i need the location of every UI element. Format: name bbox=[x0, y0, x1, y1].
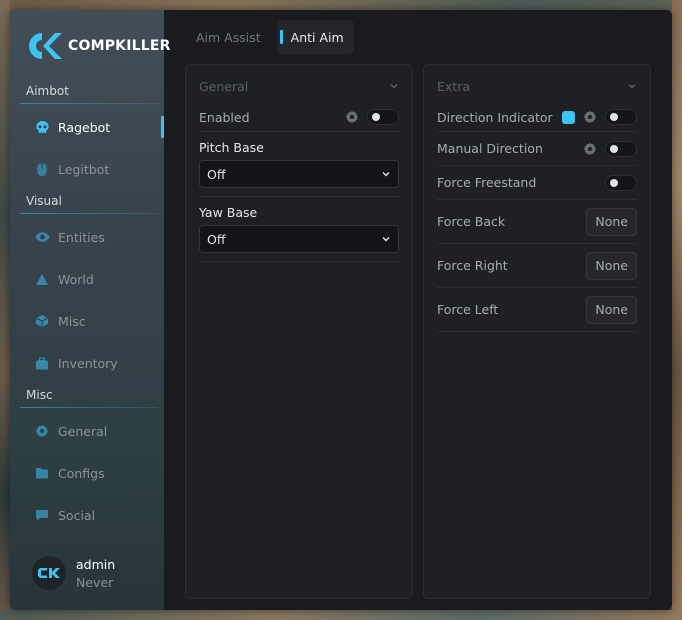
active-indicator bbox=[161, 116, 164, 138]
sidebar-item-label: Social bbox=[58, 507, 96, 523]
sidebar-item-general[interactable]: General bbox=[34, 420, 107, 442]
background-scene-left bbox=[0, 0, 10, 620]
sidebar-item-label: Legitbot bbox=[58, 161, 110, 177]
select-value: Off bbox=[207, 166, 226, 182]
direction-indicator-row: Direction Indicator bbox=[437, 103, 637, 132]
extra-panel: Extra Direction Indicator Manual Directi… bbox=[423, 64, 651, 599]
general-panel: General Enabled Pitch Base Off Yaw Base … bbox=[185, 64, 413, 599]
gear-icon[interactable] bbox=[345, 110, 359, 124]
tab-aim-assist[interactable]: Aim Assist bbox=[186, 20, 271, 54]
force-left-label: Force Left bbox=[437, 302, 499, 317]
manual-direction-toggle[interactable] bbox=[605, 140, 637, 157]
logo: COMPKILLER bbox=[22, 30, 171, 62]
extra-panel-header[interactable]: Extra bbox=[424, 65, 650, 107]
section-divider bbox=[20, 103, 158, 104]
force-freestand-toggle[interactable] bbox=[605, 174, 637, 191]
sidebar-item-legitbot[interactable]: Legitbot bbox=[34, 158, 109, 180]
section-divider bbox=[20, 213, 158, 214]
force-back-row: Force Back None bbox=[437, 200, 637, 244]
enabled-toggle[interactable] bbox=[367, 109, 399, 125]
sidebar-item-world[interactable]: World bbox=[34, 268, 94, 290]
sidebar-item-entities[interactable]: Entities bbox=[34, 226, 105, 248]
toggle-knob bbox=[610, 178, 618, 187]
section-label-misc: Misc bbox=[26, 388, 53, 402]
section-divider bbox=[20, 407, 158, 408]
tab-bar: Aim Assist Anti Aim bbox=[186, 20, 354, 54]
force-right-label: Force Right bbox=[437, 258, 508, 273]
eye-icon bbox=[34, 229, 50, 245]
sidebar-item-label: Misc bbox=[58, 313, 86, 329]
cube-icon bbox=[34, 313, 50, 329]
gear-icon[interactable] bbox=[583, 142, 597, 156]
gear-icon bbox=[34, 423, 50, 439]
enabled-label: Enabled bbox=[199, 109, 250, 125]
sidebar-item-social[interactable]: Social bbox=[34, 504, 95, 526]
sidebar: COMPKILLER Aimbot Ragebot Legitbot Visua… bbox=[10, 10, 170, 610]
sidebar-item-label: Entities bbox=[58, 229, 105, 245]
sidebar-item-ragebot[interactable]: Ragebot bbox=[34, 116, 110, 138]
sidebar-item-inventory[interactable]: Inventory bbox=[34, 352, 118, 374]
briefcase-icon bbox=[34, 355, 50, 371]
select-value: Off bbox=[207, 231, 226, 247]
sidebar-item-label: Ragebot bbox=[58, 119, 111, 135]
chat-icon bbox=[34, 507, 50, 523]
chevron-down-icon bbox=[382, 237, 390, 242]
brand-name: COMPKILLER bbox=[68, 38, 171, 54]
yaw-base-label: Yaw Base bbox=[199, 205, 258, 220]
triangle-icon bbox=[34, 271, 50, 287]
manual-direction-label: Manual Direction bbox=[437, 141, 543, 156]
force-right-row: Force Right None bbox=[437, 244, 637, 288]
user-name: admin bbox=[76, 556, 116, 572]
force-back-keybind[interactable]: None bbox=[586, 207, 637, 236]
toggle-knob bbox=[610, 144, 618, 153]
background-scene-right bbox=[672, 0, 682, 620]
force-back-label: Force Back bbox=[437, 214, 506, 229]
yaw-base-select[interactable]: Off bbox=[199, 225, 399, 253]
mouse-icon bbox=[34, 161, 50, 177]
compkiller-logo-icon bbox=[29, 33, 62, 59]
sidebar-item-label: World bbox=[58, 271, 94, 287]
pitch-base-label: Pitch Base bbox=[199, 140, 264, 155]
force-left-row: Force Left None bbox=[437, 288, 637, 332]
enabled-row: Enabled bbox=[199, 103, 399, 132]
toggle-knob bbox=[372, 113, 380, 121]
panel-title: General bbox=[199, 78, 249, 94]
general-panel-header[interactable]: General bbox=[186, 65, 412, 107]
force-right-keybind[interactable]: None bbox=[586, 251, 637, 280]
color-picker-swatch[interactable] bbox=[562, 110, 575, 124]
pitch-base-select[interactable]: Off bbox=[199, 160, 399, 188]
menu-window: COMPKILLER Aimbot Ragebot Legitbot Visua… bbox=[10, 10, 672, 610]
direction-indicator-toggle[interactable] bbox=[605, 109, 637, 125]
sidebar-item-misc[interactable]: Misc bbox=[34, 310, 86, 332]
ck-avatar-icon bbox=[38, 568, 60, 578]
chevron-down-icon bbox=[390, 84, 398, 89]
subscription-expiry: Never bbox=[76, 574, 114, 590]
tab-anti-aim[interactable]: Anti Aim bbox=[276, 20, 354, 54]
sidebar-item-label: General bbox=[58, 423, 108, 439]
user-profile[interactable]: admin Never bbox=[32, 556, 115, 590]
panel-title: Extra bbox=[437, 78, 470, 94]
manual-direction-row: Manual Direction bbox=[437, 132, 637, 166]
sidebar-item-label: Configs bbox=[58, 465, 105, 481]
yaw-base-field: Yaw Base Off bbox=[199, 197, 399, 262]
direction-indicator-label: Direction Indicator bbox=[437, 109, 553, 125]
chevron-down-icon bbox=[382, 172, 390, 177]
toggle-knob bbox=[610, 113, 618, 121]
chevron-down-icon bbox=[628, 84, 636, 89]
folder-icon bbox=[34, 465, 50, 481]
skull-icon bbox=[34, 119, 50, 135]
force-left-keybind[interactable]: None bbox=[586, 295, 637, 324]
section-label-aimbot: Aimbot bbox=[26, 84, 69, 98]
sidebar-item-configs[interactable]: Configs bbox=[34, 462, 105, 484]
force-freestand-row: Force Freestand bbox=[437, 166, 637, 200]
pitch-base-field: Pitch Base Off bbox=[199, 132, 399, 197]
background-scene-bottom bbox=[0, 610, 682, 620]
avatar bbox=[32, 556, 66, 590]
section-label-visual: Visual bbox=[26, 194, 62, 208]
force-freestand-label: Force Freestand bbox=[437, 175, 537, 190]
gear-icon[interactable] bbox=[583, 110, 597, 124]
sidebar-item-label: Inventory bbox=[58, 355, 118, 371]
